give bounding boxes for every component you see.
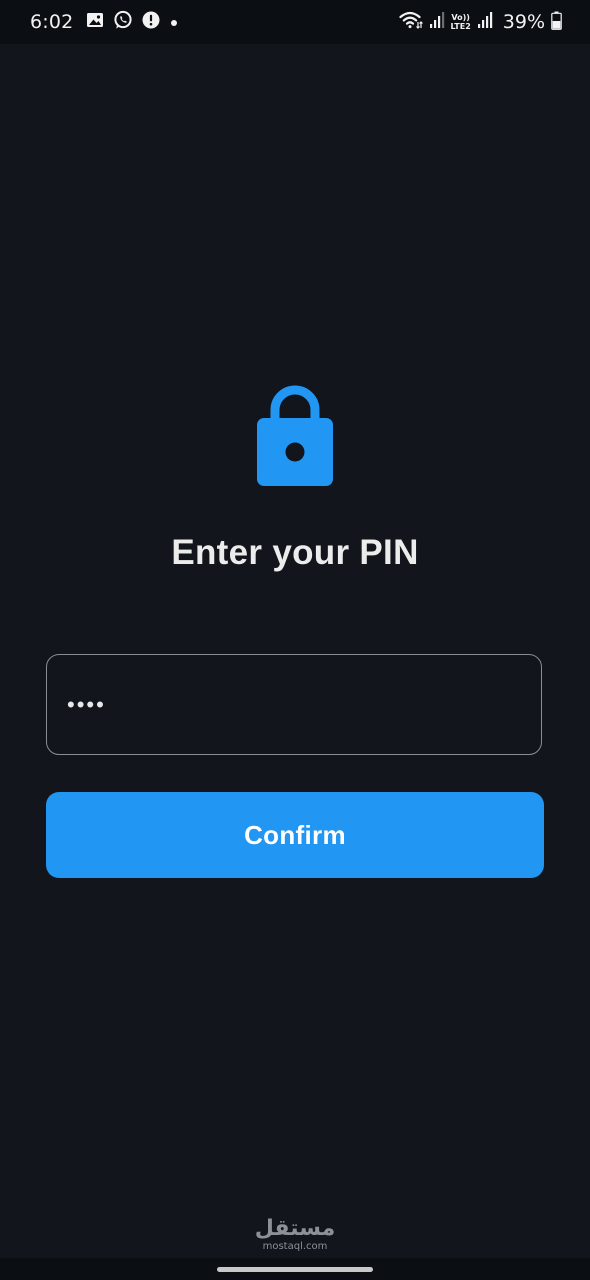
watermark-arabic: مستقل bbox=[254, 1216, 336, 1241]
pin-screen: Enter your PIN Confirm مستقل mostaql.com bbox=[0, 44, 590, 1258]
page-title: Enter your PIN bbox=[171, 533, 419, 572]
confirm-button[interactable]: Confirm bbox=[46, 792, 544, 878]
lte2-label: LTE2 bbox=[450, 22, 471, 31]
wifi-icon bbox=[398, 11, 423, 33]
status-bar: 6:02 Vo)) LTE2 39% bbox=[0, 0, 590, 44]
watermark-latin: mostaql.com bbox=[262, 1241, 328, 1252]
volte-label: Vo)) bbox=[451, 13, 470, 22]
whatsapp-icon bbox=[113, 10, 133, 34]
alert-icon bbox=[142, 11, 160, 33]
navigation-bar bbox=[0, 1258, 590, 1280]
lte-indicator: Vo)) LTE2 bbox=[451, 13, 471, 31]
notification-dot-icon bbox=[169, 13, 179, 32]
signal-icon bbox=[429, 11, 445, 33]
lock-icon bbox=[255, 384, 335, 488]
status-bar-right: Vo)) LTE2 39% bbox=[398, 0, 563, 44]
battery-icon bbox=[551, 11, 562, 34]
status-time: 6:02 bbox=[30, 11, 74, 33]
gallery-icon bbox=[86, 12, 104, 32]
watermark: مستقل mostaql.com bbox=[0, 1216, 590, 1253]
battery-percent: 39% bbox=[502, 11, 545, 33]
home-indicator[interactable] bbox=[217, 1267, 373, 1272]
signal-icon bbox=[477, 11, 493, 33]
status-bar-left: 6:02 bbox=[30, 0, 179, 44]
pin-input[interactable] bbox=[46, 654, 542, 755]
